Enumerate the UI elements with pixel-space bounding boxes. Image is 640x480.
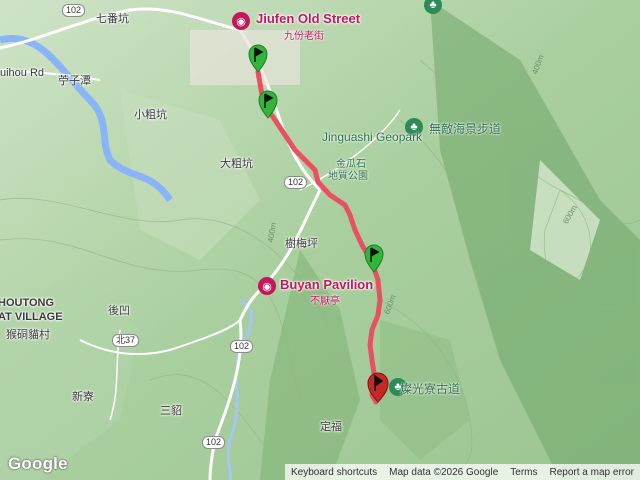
geopark-name[interactable]: Jinguashi Geopark (322, 130, 422, 144)
road-shield-102: 102 (230, 340, 254, 353)
place-houtong-1: HOUTONG (0, 297, 55, 309)
poi-trail-zh[interactable]: 無敵海景步道 (429, 120, 501, 137)
place-houtong-zh: 猴硐貓村 (6, 329, 50, 341)
poi-jiufen-name[interactable]: Jiufen Old Street (256, 11, 360, 26)
place-xiaocukeng: 小粗坑 (134, 109, 167, 121)
road-shield-102: 102 (202, 436, 226, 449)
poi-canguang[interactable]: 燦光寮古道 (400, 380, 460, 397)
camera-icon[interactable]: ◉ (232, 12, 250, 30)
place-houtong-2: AT VILLAGE (0, 311, 63, 323)
map-footer: Keyboard shortcuts Map data ©2026 Google… (284, 464, 640, 480)
place-houao: 後凹 (108, 305, 130, 317)
keyboard-shortcuts-link[interactable]: Keyboard shortcuts (285, 467, 383, 478)
place-dingfu: 定福 (320, 421, 342, 433)
terms-link[interactable]: Terms (504, 467, 543, 478)
map-data-attribution: Map data ©2026 Google (389, 466, 499, 478)
place-sandiao: 三貂 (160, 405, 182, 417)
poi-jiufen-zh: 九份老街 (284, 31, 324, 42)
road-shield-n37: 北37 (112, 334, 140, 347)
place-ziyutan: 苧子潭 (58, 75, 91, 87)
road-ruihou: uihou Rd (0, 67, 45, 79)
place-mouliao: 新寮 (72, 391, 94, 403)
map-canvas[interactable] (0, 0, 640, 480)
report-error-link[interactable]: Report a map error (544, 467, 640, 478)
road-shield-102: 102 (62, 4, 86, 17)
place-qifankeng: 七番坑 (96, 13, 129, 25)
camera-icon[interactable]: ◉ (258, 277, 276, 295)
place-shumeiping: 樹梅坪 (285, 238, 318, 250)
geopark-zh-2: 地質公園 (328, 171, 368, 182)
poi-buyan-name[interactable]: Buyan Pavilion (280, 277, 373, 292)
google-logo[interactable]: Google (8, 454, 68, 474)
place-dacukeng: 大粗坑 (220, 158, 253, 170)
road-shield-102: 102 (284, 176, 308, 189)
poi-buyan-zh: 不厭亭 (310, 296, 340, 307)
